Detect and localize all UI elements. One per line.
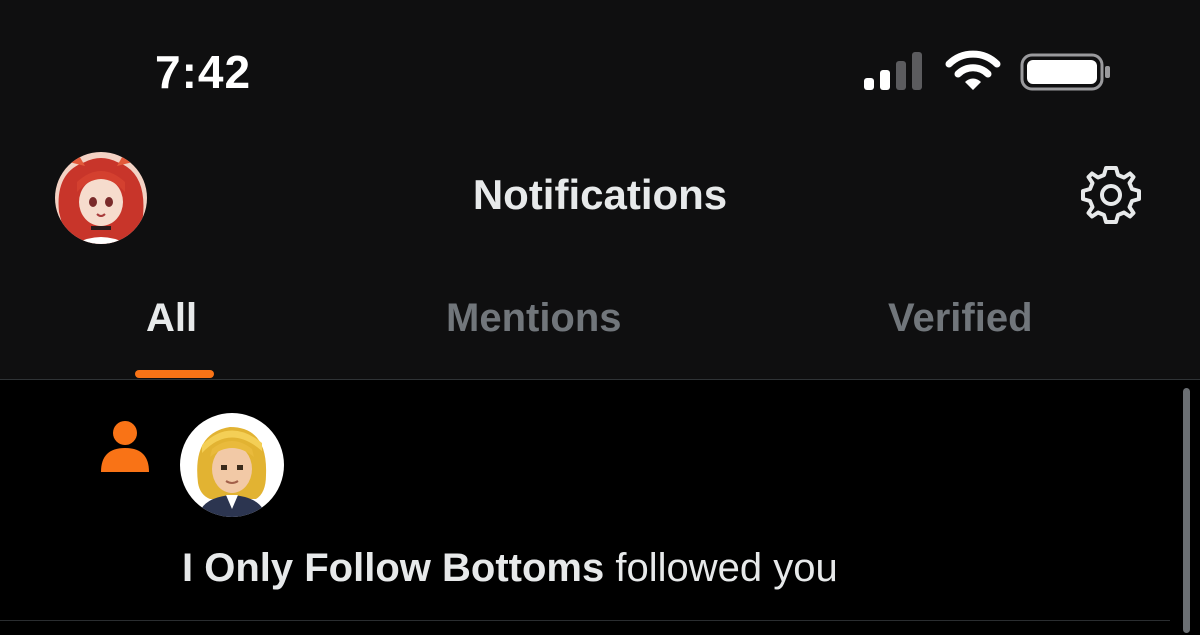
status-bar: 7:42 — [0, 0, 1200, 140]
notification-item[interactable]: I Only Follow Bottoms followed you — [0, 380, 1170, 620]
person-icon — [101, 421, 149, 472]
tab-all[interactable]: All — [146, 292, 197, 344]
status-time: 7:42 — [155, 46, 252, 98]
tab-mentions[interactable]: Mentions — [446, 292, 622, 344]
notification-tabs: All Mentions Verified — [0, 250, 1200, 380]
notification-action: followed you — [615, 546, 838, 590]
wifi-icon — [945, 50, 1001, 90]
follower-avatar-image — [180, 413, 284, 517]
tab-verified[interactable]: Verified — [888, 292, 1033, 344]
signal-icon — [864, 52, 922, 90]
notification-username[interactable]: I Only Follow Bottoms — [182, 546, 604, 590]
battery-icon — [1020, 53, 1110, 91]
follower-avatar[interactable] — [180, 413, 284, 517]
active-tab-indicator — [135, 370, 214, 378]
gear-icon[interactable] — [1080, 164, 1142, 226]
notifications-feed: I Only Follow Bottoms followed you — [0, 380, 1200, 635]
header: Notifications — [0, 140, 1200, 250]
notification-divider — [0, 620, 1170, 621]
scrollbar[interactable] — [1183, 388, 1190, 633]
page-title: Notifications — [472, 171, 728, 218]
notification-text: I Only Follow Bottoms followed you — [182, 542, 838, 594]
